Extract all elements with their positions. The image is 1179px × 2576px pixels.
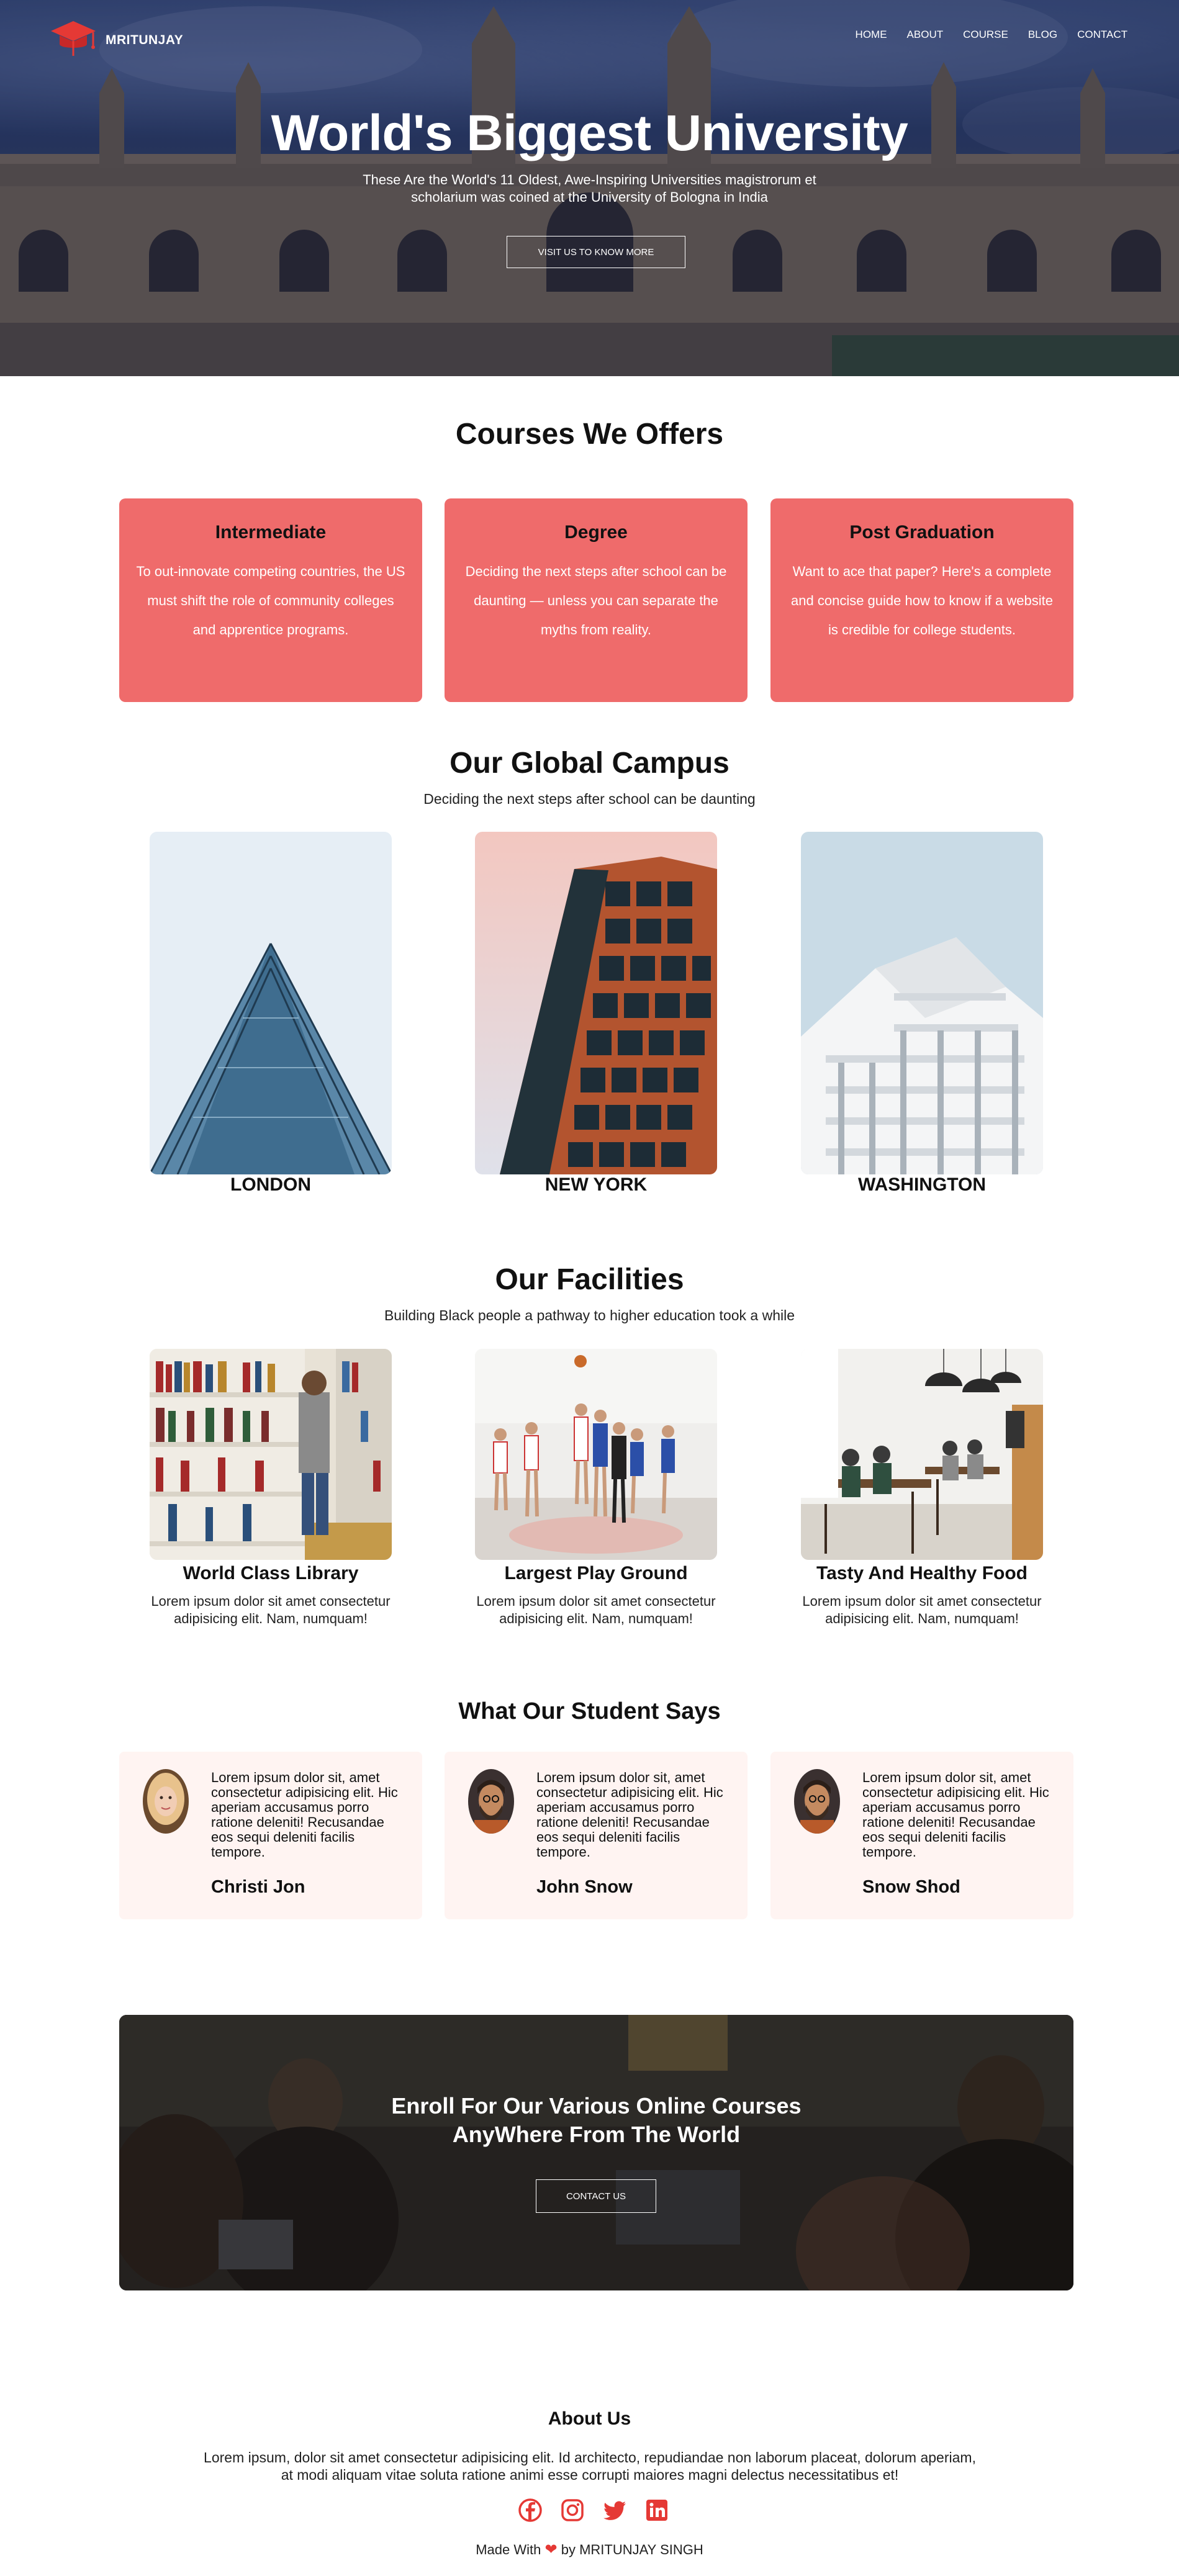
nav-home[interactable]: HOME [856,29,887,41]
enroll-title-line-1: Enroll For Our Various Online Courses [391,2093,802,2119]
avatar [468,1769,514,1834]
testimonial-text: Lorem ipsum dolor sit, amet consectetur … [862,1770,1049,1860]
hero-title: World's Biggest University [271,105,908,161]
washington-campus-image [801,832,1043,1174]
courses-title: Courses We Offers [455,418,724,451]
instagram-icon[interactable] [560,2498,585,2523]
nav-blog[interactable]: BLOG [1028,29,1057,41]
campus-label-new-york: NEW YORK [544,1174,648,1195]
facility-desc-library: Lorem ipsum dolor sit amet consectetur a… [151,1593,391,1626]
facility-title-play-ground: Largest Play Ground [504,1563,688,1583]
course-card-title: Post Graduation [849,522,995,543]
nav-course[interactable]: COURSE [963,29,1008,41]
about-text-line-1: Lorem ipsum, dolor sit amet consectetur … [204,2449,976,2466]
london-campus-image [150,832,392,1174]
library-image [150,1349,392,1560]
testimonial-name: Christi Jon [211,1877,305,1897]
avatar [794,1769,840,1834]
testimonial-card: Lorem ipsum dolor sit, amet consectetur … [119,1752,422,1919]
testimonials-title: What Our Student Says [458,1698,721,1724]
course-card-text: Deciding the next steps after school can… [465,564,727,637]
testimonial-card: Lorem ipsum dolor sit, amet consectetur … [445,1752,748,1919]
hero-section: MRITUNJAY HOME ABOUT COURSE BLOG CONTACT… [0,0,1179,376]
hero-subtitle-line-1: These Are the World's 11 Oldest, Awe-Ins… [363,172,816,187]
twitter-icon[interactable] [602,2498,627,2523]
course-card-title: Intermediate [215,522,327,543]
enroll-overlay [119,2015,1073,2290]
testimonial-card: Lorem ipsum dolor sit, amet consectetur … [770,1752,1073,1919]
brand-logo[interactable]: MRITUNJAY [50,19,183,61]
nav-about[interactable]: ABOUT [907,29,944,41]
testimonial-name: John Snow [536,1877,633,1897]
heart-icon: ❤ [544,2541,558,2558]
facility-title-food: Tasty And Healthy Food [816,1563,1028,1583]
visit-us-button[interactable]: VISIT US TO KNOW MORE [507,236,685,268]
course-card-title: Degree [564,522,628,543]
about-text-line-2: at modi aliquam vitae soluta ratione ani… [281,2467,899,2483]
campus-title: Our Global Campus [449,747,730,780]
testimonial-text: Lorem ipsum dolor sit, amet consectetur … [536,1770,723,1860]
play-ground-image [475,1349,717,1560]
enroll-banner: Enroll For Our Various Online Courses An… [119,2015,1073,2290]
facilities-title: Our Facilities [495,1263,684,1296]
nav-contact[interactable]: CONTACT [1077,29,1127,41]
testimonial-text: Lorem ipsum dolor sit, amet consectetur … [211,1770,398,1860]
new-york-campus-image [475,832,717,1174]
testimonial-name: Snow Shod [862,1877,960,1897]
facility-desc-food: Lorem ipsum dolor sit amet consectetur a… [802,1593,1042,1626]
cafeteria-image [801,1349,1043,1560]
campus-subtitle: Deciding the next steps after school can… [423,791,756,807]
course-card-intermediate[interactable]: Intermediate To out-innovate competing c… [119,498,422,702]
course-card-text: Want to ace that paper? Here's a complet… [791,564,1053,637]
enroll-title: Enroll For Our Various Online Courses An… [119,2092,1073,2149]
campus-label-london: LONDON [230,1174,311,1195]
facebook-icon[interactable] [518,2498,543,2523]
linkedin-icon[interactable] [644,2498,669,2523]
social-links [518,2498,669,2523]
main-nav: HOME ABOUT COURSE BLOG CONTACT [856,29,1127,41]
made-with-text: Made With [476,2542,541,2557]
contact-us-button[interactable]: CONTACT US [536,2179,656,2213]
course-card-text: To out-innovate competing countries, the… [136,564,405,637]
hero-subtitle-line-2: scholarium was coined at the University … [411,189,768,205]
graduation-cap-icon [50,19,97,61]
brand-name: MRITUNJAY [106,32,184,47]
enroll-title-line-2: AnyWhere From The World [452,2122,741,2147]
hero-subtitle: These Are the World's 11 Oldest, Awe-Ins… [0,171,1179,206]
about-text: Lorem ipsum, dolor sit amet consectetur … [155,2449,1024,2484]
footer-credit: Made With ❤ by MRITUNJAY SINGH [0,2541,1179,2559]
facilities-subtitle: Building Black people a pathway to highe… [384,1307,795,1323]
facility-title-library: World Class Library [183,1563,359,1583]
course-card-post-graduation[interactable]: Post Graduation Want to ace that paper? … [770,498,1073,702]
made-by-text: by MRITUNJAY SINGH [561,2542,703,2557]
course-card-degree[interactable]: Degree Deciding the next steps after sch… [445,498,748,702]
facility-desc-play-ground: Lorem ipsum dolor sit amet consectetur a… [476,1593,716,1626]
campus-label-washington: WASHINGTON [857,1174,987,1195]
avatar [143,1769,189,1834]
about-title: About Us [548,2408,631,2429]
